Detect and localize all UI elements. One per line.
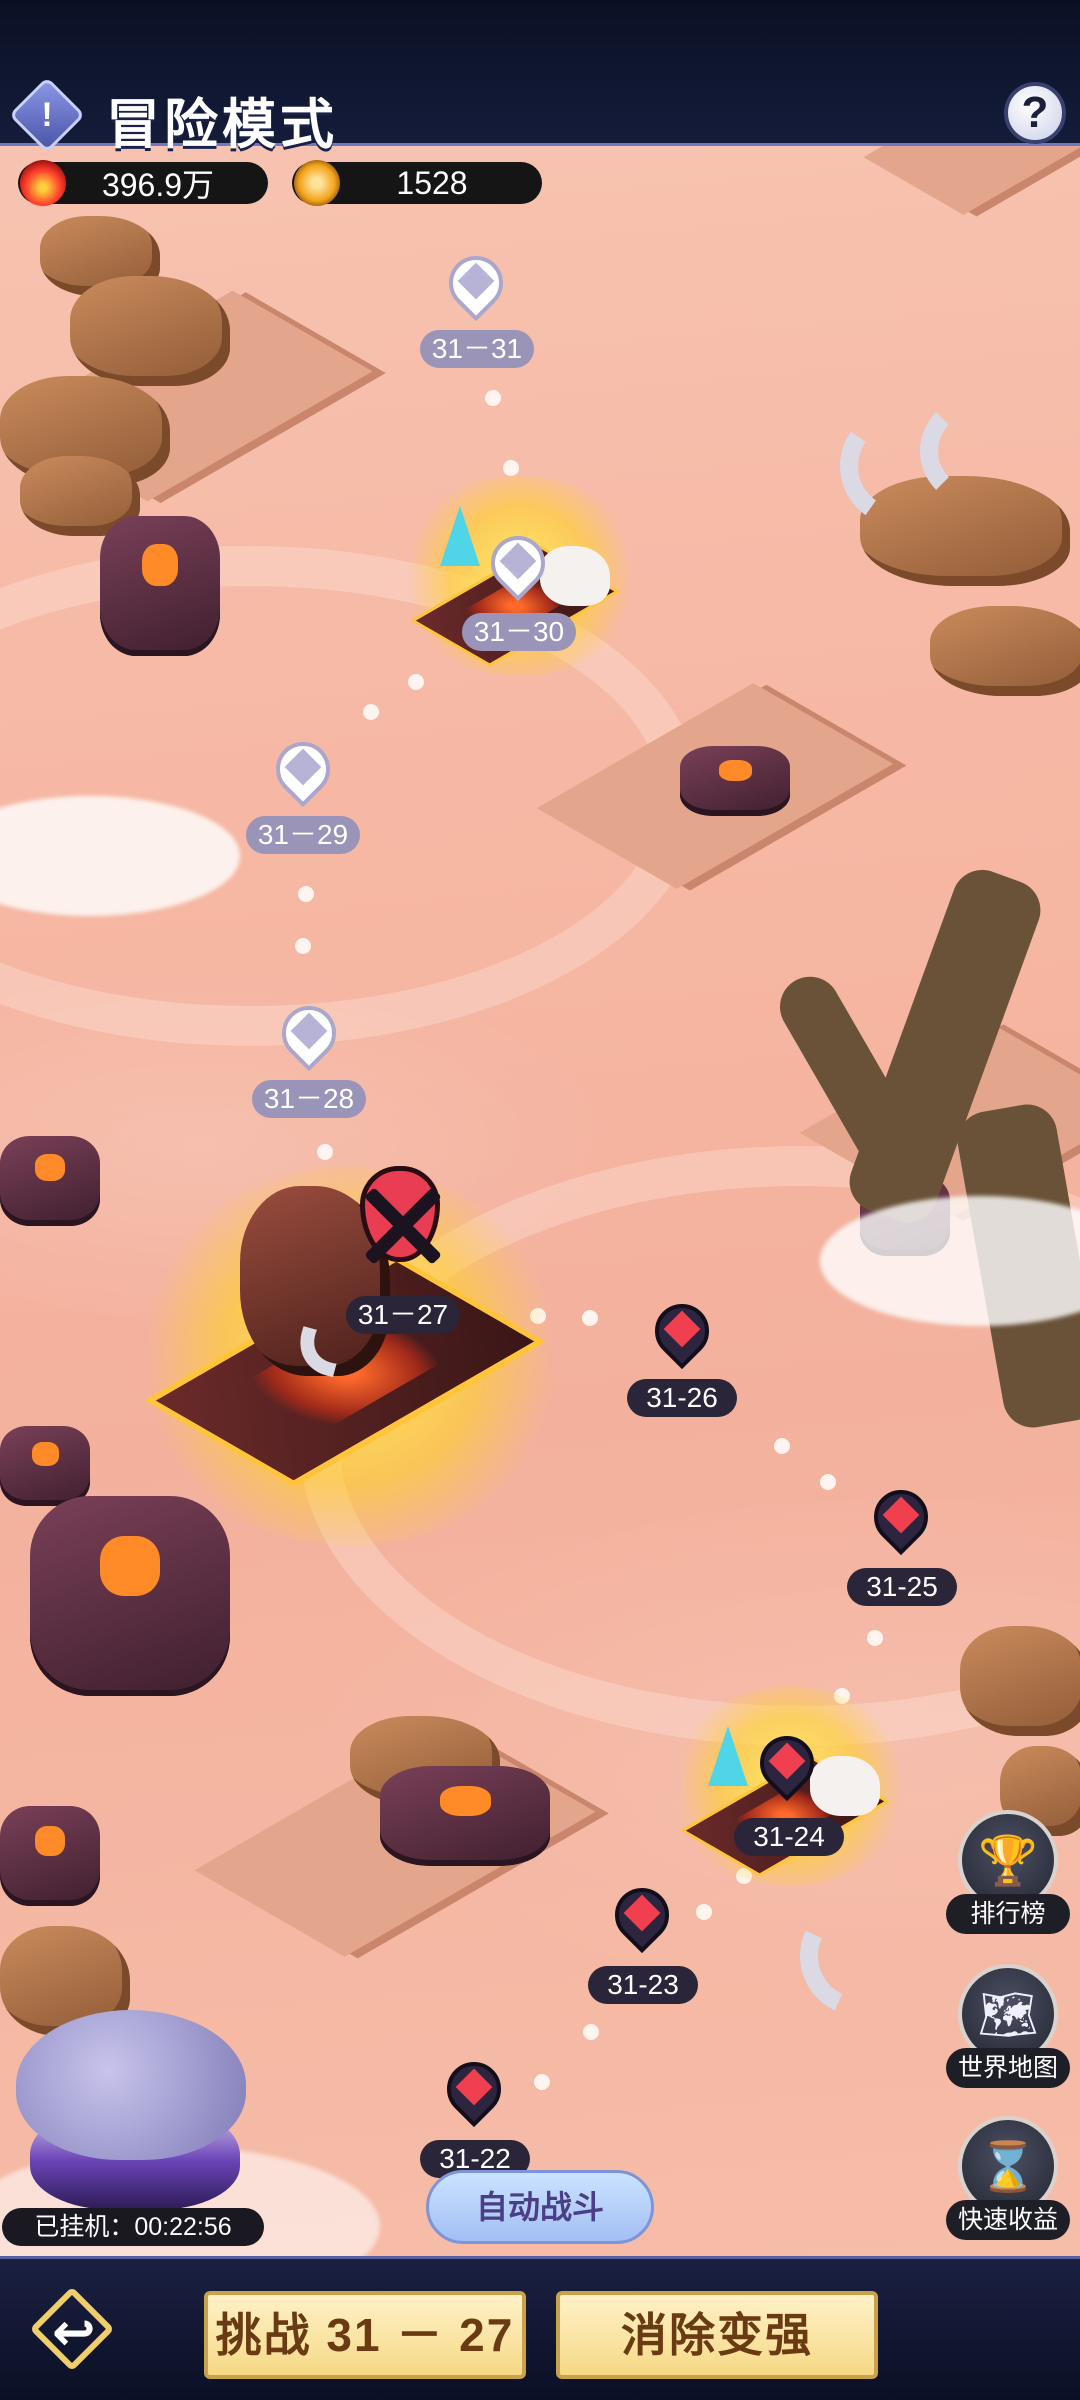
level-label: 31－28	[252, 1080, 366, 1118]
page-title: 冒险模式	[106, 95, 338, 155]
level-node-31-23[interactable]	[603, 1876, 681, 1954]
level-node-31-26[interactable]	[643, 1292, 721, 1370]
level-label: 31－31	[420, 330, 534, 368]
sleeping-creature	[16, 2010, 246, 2160]
quick-income-label: 快速收益	[946, 2200, 1070, 2240]
leaderboard-button[interactable]: 🏆 排行榜	[946, 1810, 1070, 1934]
quick-income-button[interactable]: ⌛ 快速收益	[946, 2116, 1070, 2240]
level-label: 31－29	[246, 816, 360, 854]
level-node-31-22[interactable]	[435, 2050, 513, 2128]
top-bar: ! 冒险模式 ?	[0, 0, 1080, 155]
level-node-31-28[interactable]	[270, 994, 348, 1072]
path-dot	[696, 1904, 712, 1920]
skull	[810, 1756, 880, 1816]
bone-horn	[920, 396, 1030, 506]
lava-rock	[0, 1136, 100, 1226]
level-node-31-29[interactable]	[264, 730, 342, 808]
boulder	[960, 1626, 1080, 1736]
adventure-map[interactable]: 31－31 31－30 31－29 31－28 31－27 31-26 31-2…	[0, 146, 1080, 2256]
path-dot	[583, 2024, 599, 2040]
level-label: 31-25	[847, 1568, 957, 1606]
sand-platform	[863, 146, 1080, 215]
crystal	[708, 1726, 748, 1786]
gem-counter: 1528	[292, 160, 542, 206]
lava-rock	[0, 1426, 90, 1506]
level-label: 31-26	[627, 1379, 737, 1417]
power-counter: 396.9万	[18, 160, 268, 206]
help-button[interactable]: ?	[1004, 82, 1066, 144]
auto-battle-button[interactable]: 自动战斗	[426, 2170, 654, 2244]
path-dot	[582, 1310, 598, 1326]
path-dot	[820, 1474, 836, 1490]
info-diamond-icon[interactable]: !	[8, 76, 86, 154]
bottom-bar: ↩ 挑战 31 － 27 消除变强	[0, 2256, 1080, 2400]
level-label-current: 31－27	[346, 1296, 460, 1334]
world-map-label: 世界地图	[946, 2048, 1070, 2088]
strengthen-button[interactable]: 消除变强	[556, 2291, 878, 2379]
idle-timer: 已挂机：00:22:56	[2, 2208, 264, 2246]
flame-icon	[20, 160, 66, 206]
boulder	[70, 276, 230, 386]
skull	[540, 546, 610, 606]
back-button[interactable]: ↩	[29, 2286, 115, 2372]
path-dot	[867, 1630, 883, 1646]
challenge-button[interactable]: 挑战 31 － 27	[204, 2291, 526, 2379]
star-gem-icon	[294, 160, 340, 206]
path-dot	[363, 704, 379, 720]
path-dot	[408, 674, 424, 690]
lava-rock	[30, 1496, 230, 1696]
level-node-31-31[interactable]	[437, 244, 515, 322]
bone-horn	[783, 1879, 937, 2033]
path-dot	[485, 390, 501, 406]
level-label: 31－30	[462, 613, 576, 651]
world-map-button[interactable]: 🗺 世界地图	[946, 1964, 1070, 2088]
path-dot	[774, 1438, 790, 1454]
boss-battle-icon[interactable]	[352, 1166, 448, 1276]
level-node-31-25[interactable]	[862, 1478, 940, 1556]
path-dot	[298, 886, 314, 902]
path-dot	[317, 1144, 333, 1160]
lava-rock	[0, 1806, 100, 1906]
lava-rock	[680, 746, 790, 816]
path-dot	[534, 2074, 550, 2090]
level-label: 31-23	[588, 1966, 698, 2004]
path-dot	[503, 460, 519, 476]
level-label: 31-24	[734, 1818, 844, 1856]
leaderboard-label: 排行榜	[946, 1894, 1070, 1934]
crystal	[440, 506, 480, 566]
level-node-31-24[interactable]	[748, 1724, 826, 1802]
level-node-31-30[interactable]	[479, 524, 557, 602]
boulder	[930, 606, 1080, 696]
idle-mascot[interactable]	[10, 2000, 250, 2210]
lava-rock	[100, 516, 220, 656]
path-dot	[295, 938, 311, 954]
lava-rock	[380, 1766, 550, 1866]
